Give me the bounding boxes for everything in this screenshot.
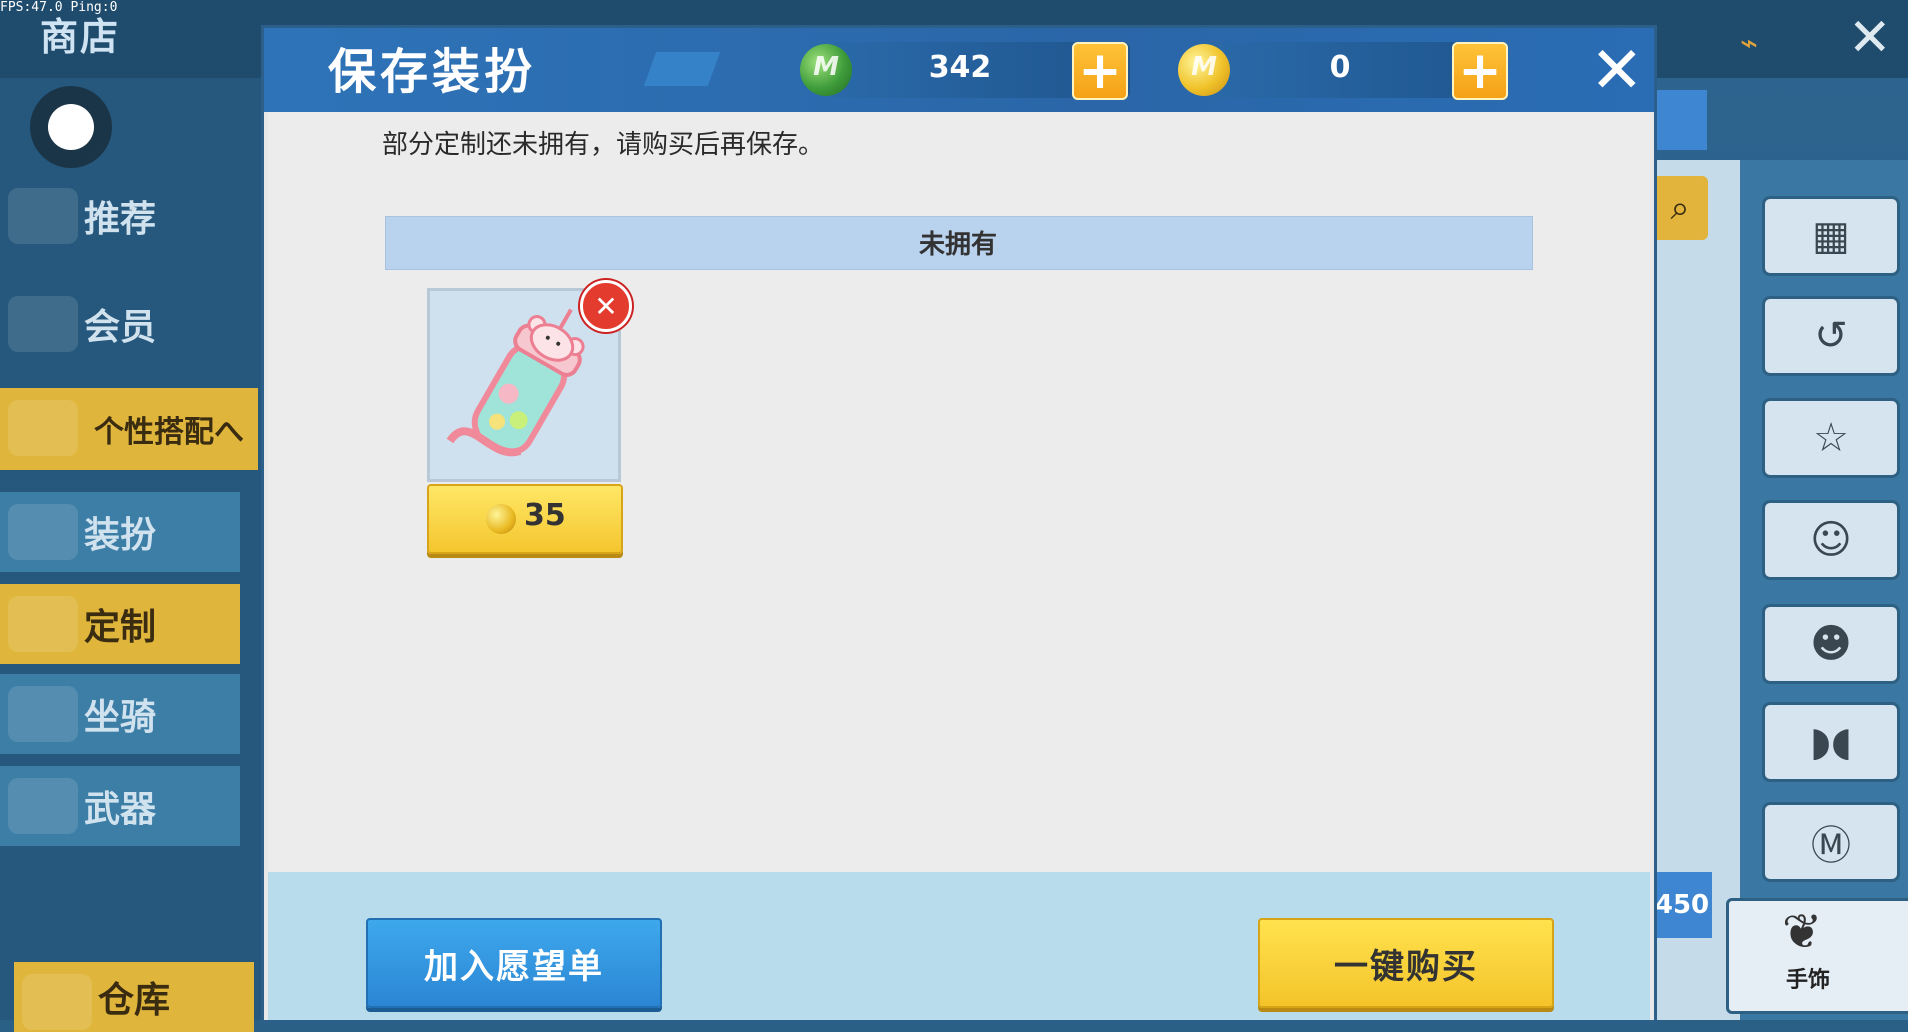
- green-coin-icon: M: [800, 44, 852, 96]
- header-decoration: [643, 52, 721, 86]
- accessory-label: 手饰: [1786, 968, 1831, 993]
- mask-icon[interactable]: ◗◖: [1762, 702, 1900, 782]
- add-to-wishlist-button[interactable]: 加入愿望单: [366, 918, 662, 1008]
- sidebar-item-custom[interactable]: 定制: [0, 584, 240, 664]
- sidebar-item-recommend[interactable]: 推荐: [0, 176, 240, 256]
- green-currency-value: 342: [928, 50, 992, 85]
- accessory-icon: ❦: [1782, 904, 1823, 960]
- hair-icon[interactable]: ☺: [1762, 500, 1900, 580]
- gold-coin-icon: [486, 504, 516, 534]
- section-title: 未拥有: [918, 230, 997, 260]
- history-icon[interactable]: ↺: [1762, 296, 1900, 376]
- grid-view-icon[interactable]: ▦: [1762, 196, 1900, 276]
- costume-icon[interactable]: ☆: [1762, 398, 1900, 478]
- search-icon[interactable]: ⌕: [1652, 176, 1708, 240]
- shop-title: 商店: [40, 15, 121, 59]
- sidebar-item-weapon[interactable]: 武器: [0, 766, 240, 846]
- sidebar-item-warehouse[interactable]: 仓库: [14, 962, 254, 1032]
- buy-all-button[interactable]: 一键购买: [1258, 918, 1554, 1008]
- shop-tab[interactable]: [1652, 90, 1707, 150]
- shop-tool-panel: [1740, 160, 1908, 1020]
- gold-currency-value: 0: [1329, 50, 1351, 85]
- sidebar-item-personal-style[interactable]: 个性搭配へ: [0, 388, 258, 470]
- shirt-icon: [8, 504, 78, 560]
- sidebar-item-member[interactable]: 会员: [0, 284, 240, 364]
- notice-text: 部分定制还未拥有，请购买后再保存。: [382, 130, 825, 160]
- item-price: 35: [524, 498, 566, 533]
- shop-price-tag: 450: [1652, 872, 1712, 938]
- signal-icon: ⌁: [1740, 26, 1759, 61]
- sidebar-item-mount[interactable]: 坐骑: [0, 674, 240, 754]
- style-icon: [8, 400, 78, 456]
- gold-coin-icon: M: [1178, 44, 1230, 96]
- close-icon[interactable]: ✕: [1590, 34, 1644, 108]
- thumbs-up-icon: [8, 188, 78, 244]
- mount-icon: [8, 686, 78, 742]
- gun-icon: [8, 778, 78, 834]
- face-icon[interactable]: ☻: [1762, 604, 1900, 684]
- add-green-currency-button[interactable]: +: [1072, 42, 1128, 100]
- avatar-dot: [48, 104, 94, 150]
- sidebar-item-outfit[interactable]: 装扮: [0, 492, 240, 572]
- remove-item-button[interactable]: ✕: [580, 280, 632, 332]
- member-card-icon: [8, 296, 78, 352]
- shop-close-icon[interactable]: ✕: [1848, 8, 1892, 68]
- add-gold-currency-button[interactable]: +: [1452, 42, 1508, 100]
- dialog-title: 保存装扮: [328, 44, 537, 100]
- custom-icon: [8, 596, 78, 652]
- warehouse-icon: [22, 974, 92, 1030]
- tshirt-icon[interactable]: Ⓜ: [1762, 802, 1900, 882]
